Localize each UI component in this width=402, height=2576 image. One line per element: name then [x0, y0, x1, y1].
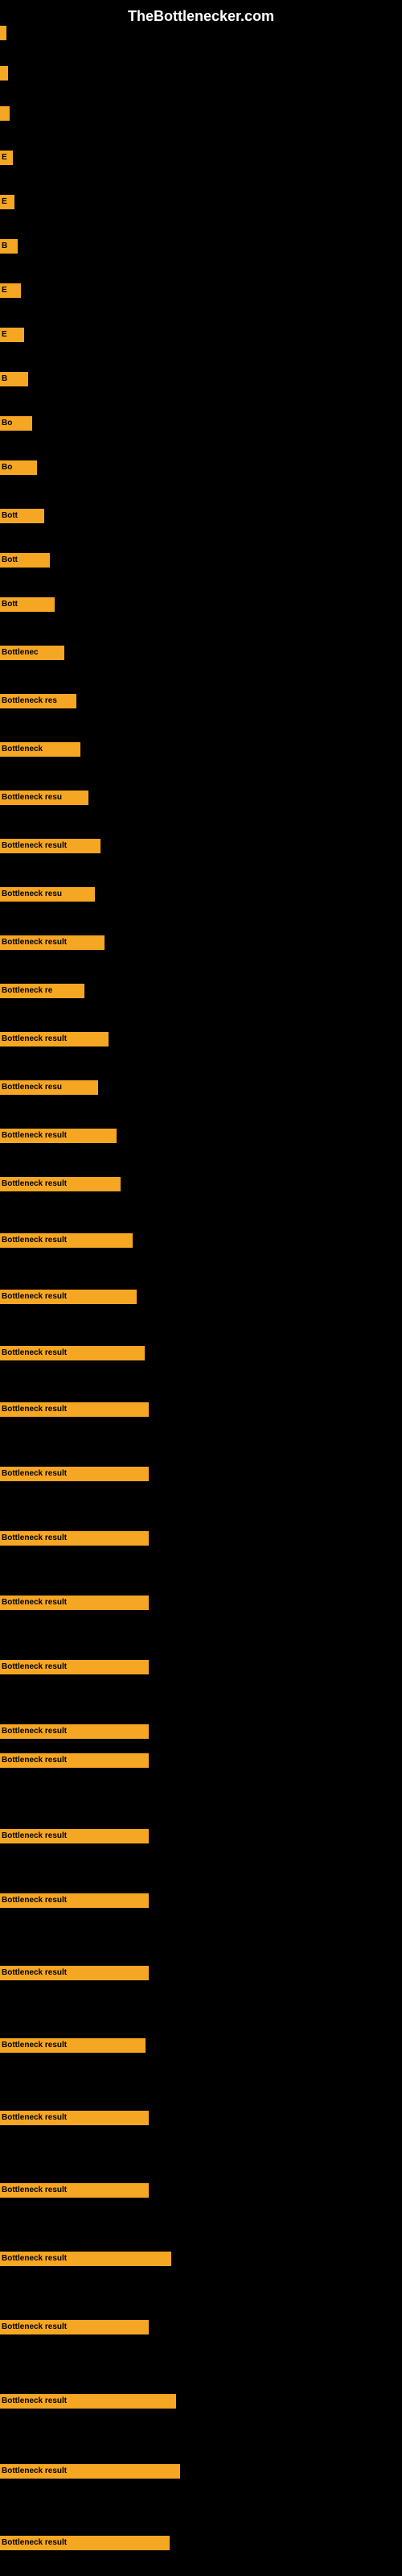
bar-label-5: B [2, 239, 7, 254]
bar-label-35: Bottleneck result [2, 1753, 67, 1768]
bar-row-12: Bott [0, 551, 402, 569]
bar-label-26: Bottleneck result [2, 1233, 67, 1248]
bar-label-19: Bottleneck resu [2, 887, 62, 902]
bar-label-14: Bottlenec [2, 646, 39, 660]
bar-label-39: Bottleneck result [2, 2038, 67, 2053]
bar-fill-0 [0, 26, 6, 40]
bar-label-25: Bottleneck result [2, 1177, 67, 1191]
bar-label-22: Bottleneck result [2, 1032, 67, 1046]
bar-label-15: Bottleneck res [2, 694, 57, 708]
bar-row-24: Bottleneck result [0, 1127, 402, 1145]
bar-row-43: Bottleneck result [0, 2318, 402, 2336]
bar-label-37: Bottleneck result [2, 1893, 67, 1908]
chart-area: TheBottlenecker.com EEBEEBBoBoBottBottBo… [0, 0, 402, 2576]
bar-label-45: Bottleneck result [2, 2464, 67, 2479]
bar-row-13: Bott [0, 596, 402, 613]
bar-label-44: Bottleneck result [2, 2394, 67, 2409]
bar-row-4: E [0, 193, 402, 211]
bar-row-41: Bottleneck result [0, 2182, 402, 2199]
bar-label-36: Bottleneck result [2, 1829, 67, 1843]
bar-row-0 [0, 24, 402, 42]
bar-row-14: Bottlenec [0, 644, 402, 662]
bar-label-41: Bottleneck result [2, 2183, 67, 2198]
bar-label-42: Bottleneck result [2, 2252, 67, 2266]
bar-row-29: Bottleneck result [0, 1401, 402, 1418]
bar-label-33: Bottleneck result [2, 1660, 67, 1674]
bar-row-31: Bottleneck result [0, 1530, 402, 1547]
bar-row-10: Bo [0, 459, 402, 477]
bar-row-1 [0, 64, 402, 82]
bar-label-16: Bottleneck [2, 742, 43, 757]
bar-row-9: Bo [0, 415, 402, 432]
bar-label-32: Bottleneck result [2, 1596, 67, 1610]
bar-label-29: Bottleneck result [2, 1402, 67, 1417]
bar-row-11: Bott [0, 507, 402, 525]
bar-label-30: Bottleneck result [2, 1467, 67, 1481]
bar-row-28: Bottleneck result [0, 1344, 402, 1362]
bar-row-46: Bottleneck result [0, 2534, 402, 2552]
bar-row-22: Bottleneck result [0, 1030, 402, 1048]
bar-row-30: Bottleneck result [0, 1465, 402, 1483]
bar-row-33: Bottleneck result [0, 1658, 402, 1676]
bar-label-21: Bottleneck re [2, 984, 52, 998]
bar-label-24: Bottleneck result [2, 1129, 67, 1143]
bar-row-23: Bottleneck resu [0, 1079, 402, 1096]
bar-label-46: Bottleneck result [2, 2536, 67, 2550]
bar-label-34: Bottleneck result [2, 1724, 67, 1739]
bar-row-37: Bottleneck result [0, 1892, 402, 1909]
bar-label-17: Bottleneck resu [2, 791, 62, 805]
bar-row-6: E [0, 282, 402, 299]
bar-label-31: Bottleneck result [2, 1531, 67, 1546]
bar-label-10: Bo [2, 460, 12, 475]
bar-row-45: Bottleneck result [0, 2462, 402, 2480]
bar-label-3: E [2, 151, 7, 165]
bar-label-27: Bottleneck result [2, 1290, 67, 1304]
bar-row-34: Bottleneck result [0, 1723, 402, 1740]
bar-label-43: Bottleneck result [2, 2320, 67, 2334]
bar-row-15: Bottleneck res [0, 692, 402, 710]
bar-label-18: Bottleneck result [2, 839, 67, 853]
bar-row-17: Bottleneck resu [0, 789, 402, 807]
bar-row-27: Bottleneck result [0, 1288, 402, 1306]
bar-row-5: B [0, 237, 402, 255]
bar-label-11: Bott [2, 509, 18, 523]
bar-label-4: E [2, 195, 7, 209]
bar-row-32: Bottleneck result [0, 1594, 402, 1612]
bar-row-38: Bottleneck result [0, 1964, 402, 1982]
bar-row-20: Bottleneck result [0, 934, 402, 952]
bar-row-19: Bottleneck resu [0, 886, 402, 903]
bar-label-7: E [2, 328, 7, 342]
bar-row-39: Bottleneck result [0, 2037, 402, 2054]
bar-label-20: Bottleneck result [2, 935, 67, 950]
bar-row-18: Bottleneck result [0, 837, 402, 855]
bar-row-2 [0, 105, 402, 122]
bar-row-8: B [0, 370, 402, 388]
bar-label-40: Bottleneck result [2, 2111, 67, 2125]
bar-row-42: Bottleneck result [0, 2250, 402, 2268]
bar-row-7: E [0, 326, 402, 344]
bar-row-3: E [0, 149, 402, 167]
bar-fill-2 [0, 106, 10, 121]
bar-label-13: Bott [2, 597, 18, 612]
bar-row-40: Bottleneck result [0, 2109, 402, 2127]
bar-label-6: E [2, 283, 7, 298]
bar-row-25: Bottleneck result [0, 1175, 402, 1193]
bar-label-28: Bottleneck result [2, 1346, 67, 1360]
bar-label-9: Bo [2, 416, 12, 431]
bar-label-23: Bottleneck resu [2, 1080, 62, 1095]
bar-fill-1 [0, 66, 8, 80]
bar-label-8: B [2, 372, 7, 386]
bar-row-26: Bottleneck result [0, 1232, 402, 1249]
bar-label-12: Bott [2, 553, 18, 568]
bar-row-44: Bottleneck result [0, 2392, 402, 2410]
bar-row-36: Bottleneck result [0, 1827, 402, 1845]
bar-row-35: Bottleneck result [0, 1752, 402, 1769]
bar-row-21: Bottleneck re [0, 982, 402, 1000]
bar-label-38: Bottleneck result [2, 1966, 67, 1980]
bar-row-16: Bottleneck [0, 741, 402, 758]
